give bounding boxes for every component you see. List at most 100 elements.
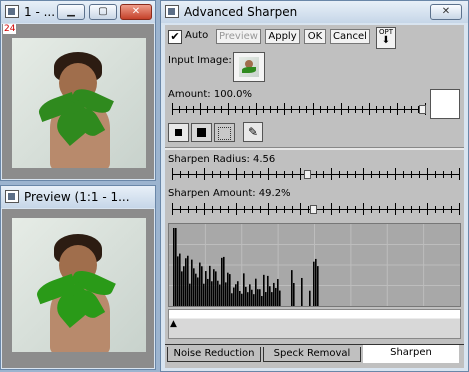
slider-tick — [221, 106, 222, 113]
eyedropper-icon: ✎ — [247, 125, 259, 139]
histogram-bar — [199, 262, 201, 306]
maximize-icon: ▢ — [98, 6, 108, 17]
tab-speck-removal[interactable]: Speck Removal — [263, 347, 361, 362]
histogram-bar — [217, 280, 219, 306]
slider-tick — [411, 106, 412, 113]
slider-tick — [204, 203, 205, 215]
color-swatch[interactable] — [430, 89, 460, 119]
app-icon — [5, 5, 19, 18]
preview-photo — [12, 218, 146, 352]
slider-tick — [443, 171, 444, 178]
maximize-button[interactable]: ▢ — [89, 4, 117, 20]
auto-checkbox[interactable]: ✔ — [168, 30, 182, 44]
histogram-bar — [223, 256, 225, 306]
dialog-close-button[interactable]: ✕ — [430, 4, 462, 20]
slider-tick — [355, 206, 356, 213]
tool-button-3[interactable] — [214, 123, 235, 142]
opt-button[interactable]: OPT ⬇ — [376, 27, 396, 49]
histogram-bar — [267, 275, 269, 306]
slider-tick — [299, 106, 300, 113]
histogram-bar — [193, 268, 195, 306]
histogram-bar — [225, 282, 227, 306]
ok-button[interactable]: OK — [304, 29, 326, 44]
slider-tick — [443, 206, 444, 213]
dialog-titlebar[interactable]: Advanced Sharpen ✕ — [161, 1, 468, 23]
slider-tick — [419, 171, 420, 178]
gradient-marker[interactable]: ▲ — [170, 320, 177, 329]
close-button[interactable]: ✕ — [120, 4, 152, 20]
gradient-bar[interactable]: ▲ — [168, 309, 461, 339]
slider-tick — [459, 168, 460, 180]
histogram-bar — [235, 284, 237, 306]
slider-tick — [256, 103, 257, 115]
slider-tick — [236, 203, 237, 215]
slider-tick — [347, 206, 348, 213]
preview-titlebar[interactable]: Preview (1:1 - 1... — [1, 186, 155, 208]
histogram-bar — [231, 293, 233, 306]
dialog-body: ✔ Auto Preview Apply OK Cancel OPT ⬇ Inp… — [165, 25, 464, 368]
histogram-bar — [211, 281, 213, 306]
document-titlebar[interactable]: 1 - ... ▁ ▢ ✕ — [1, 1, 155, 23]
slider-tick — [339, 171, 340, 178]
slider-tick — [276, 206, 277, 213]
slider-tick — [363, 168, 364, 180]
slider-tick — [292, 206, 293, 213]
tool-button-2[interactable] — [191, 123, 212, 142]
eyedropper-button[interactable]: ✎ — [243, 122, 263, 142]
slider-tick — [411, 206, 412, 213]
slider-thumb[interactable] — [419, 105, 426, 114]
tab-noise-reduction[interactable]: Noise Reduction — [167, 347, 261, 362]
slider-tick — [334, 106, 335, 113]
histogram-bar — [279, 290, 281, 306]
histogram-panel[interactable] — [168, 223, 461, 307]
slider-tick — [268, 168, 269, 180]
slider-tick — [355, 106, 356, 113]
slider-tick — [260, 171, 261, 178]
slider-tick — [179, 106, 180, 113]
slider-tick — [397, 103, 398, 115]
slider-tick — [395, 203, 396, 215]
slider-tick — [249, 106, 250, 113]
slider-thumb[interactable] — [310, 205, 317, 214]
histogram-bar — [215, 271, 217, 306]
preview-button[interactable]: Preview — [216, 29, 261, 44]
tab-sharpen[interactable]: Sharpen — [363, 345, 459, 363]
close-icon: ✕ — [441, 6, 451, 17]
input-image-thumbnail[interactable] — [233, 52, 265, 82]
cancel-button[interactable]: Cancel — [330, 29, 370, 44]
slider-tick — [435, 206, 436, 213]
sharpen-radius-slider[interactable] — [172, 165, 460, 183]
tool-button-1[interactable] — [168, 123, 189, 142]
slider-tick — [212, 206, 213, 213]
histogram-bar — [245, 286, 247, 306]
histogram-bar — [313, 261, 315, 306]
slider-tick — [435, 171, 436, 178]
histogram-bar — [221, 257, 223, 306]
slider-tick — [277, 106, 278, 113]
auto-label: Auto — [185, 30, 209, 41]
slider-tick — [404, 106, 405, 113]
apply-button[interactable]: Apply — [265, 29, 300, 44]
slider-tick — [204, 168, 205, 180]
slider-tick — [284, 171, 285, 178]
slider-tick — [276, 171, 277, 178]
amount-slider[interactable] — [172, 100, 426, 118]
preview-window: Preview (1:1 - 1... — [0, 185, 156, 370]
slider-thumb[interactable] — [304, 170, 311, 179]
slider-tick — [313, 103, 314, 115]
slider-tick — [212, 171, 213, 178]
slider-tick — [260, 206, 261, 213]
histogram-bar — [261, 296, 263, 306]
slider-tick — [268, 203, 269, 215]
slider-tick — [220, 206, 221, 213]
sharpen-amount-slider[interactable] — [172, 200, 460, 218]
slider-tick — [196, 206, 197, 213]
histogram-bar — [237, 281, 239, 306]
close-icon: ✕ — [131, 6, 141, 17]
minimize-button[interactable]: ▁ — [57, 4, 85, 20]
slider-tick — [228, 206, 229, 213]
slider-tick — [427, 168, 428, 180]
preview-canvas — [2, 209, 154, 368]
histogram-bar — [179, 253, 181, 306]
histogram-bar — [183, 266, 185, 306]
